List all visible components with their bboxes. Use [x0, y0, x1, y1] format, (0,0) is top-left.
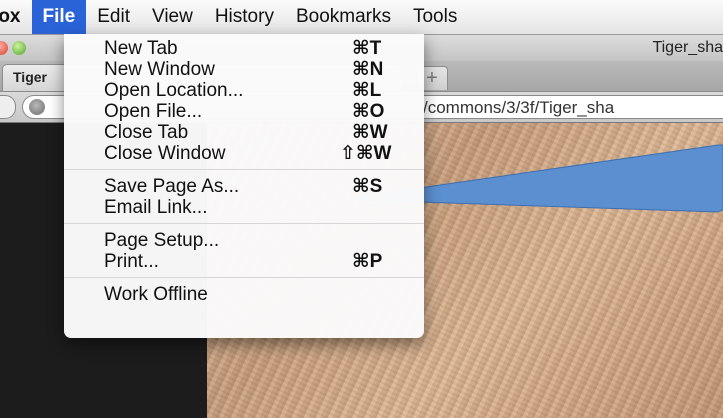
- menu-item-label: Close Window: [104, 143, 226, 164]
- menu-item-shortcut: ⌘W: [352, 122, 388, 143]
- menu-item-label: Open Location...: [104, 80, 244, 101]
- menu-history[interactable]: History: [204, 0, 285, 34]
- menu-item-work-offline[interactable]: Work Offline: [64, 284, 424, 305]
- menu-item-save-page-as[interactable]: Save Page As... ⌘S: [64, 176, 424, 197]
- tab-label: Tiger: [13, 69, 47, 85]
- menu-item-shortcut: ⌘P: [352, 251, 383, 272]
- menu-item-shortcut: ⌘L: [352, 80, 382, 101]
- menu-item-label: Save Page As...: [104, 176, 240, 197]
- menu-tools[interactable]: Tools: [402, 0, 468, 34]
- menu-item-label: Open File...: [104, 101, 203, 122]
- menu-separator: [64, 169, 424, 170]
- menu-item-label: Close Tab: [104, 122, 189, 143]
- menu-bookmarks[interactable]: Bookmarks: [285, 0, 402, 34]
- menu-item-shortcut: ⌘S: [352, 176, 383, 197]
- back-button[interactable]: [0, 95, 16, 119]
- system-menu-bar: fox File Edit View History Bookmarks Too…: [0, 0, 723, 35]
- menu-item-label: Page Setup...: [104, 230, 220, 251]
- menu-separator: [64, 223, 424, 224]
- menu-item-label: New Window: [104, 59, 215, 80]
- menu-item-label: New Tab: [104, 38, 178, 59]
- menu-file[interactable]: File: [31, 0, 87, 34]
- menu-item-email-link[interactable]: Email Link...: [64, 197, 424, 218]
- zoom-window-icon[interactable]: [12, 41, 26, 55]
- menu-item-label: Work Offline: [104, 284, 208, 305]
- menu-item-new-tab[interactable]: New Tab ⌘T: [64, 38, 424, 59]
- menu-item-close-window[interactable]: Close Window ⇧⌘W: [64, 143, 424, 164]
- menu-item-shortcut: ⌘T: [352, 38, 382, 59]
- file-menu-dropdown: New Tab ⌘T New Window ⌘N Open Location... ⌘L O…: [64, 34, 424, 338]
- menu-item-label: Print...: [104, 251, 159, 272]
- menu-view[interactable]: View: [141, 0, 204, 34]
- menu-item-print[interactable]: Print... ⌘P: [64, 251, 424, 272]
- menu-item-open-file[interactable]: Open File... ⌘O: [64, 101, 424, 122]
- menu-item-close-tab[interactable]: Close Tab ⌘W: [64, 122, 424, 143]
- menu-item-page-setup[interactable]: Page Setup...: [64, 230, 424, 251]
- globe-icon: [29, 99, 45, 115]
- window-title: Tiger_sha: [652, 39, 723, 56]
- menu-item-shortcut: ⌘N: [352, 59, 384, 80]
- menu-item-new-window[interactable]: New Window ⌘N: [64, 59, 424, 80]
- menu-item-shortcut: ⇧⌘W: [340, 143, 392, 164]
- close-window-icon[interactable]: [0, 41, 8, 55]
- menu-edit[interactable]: Edit: [86, 0, 141, 34]
- menu-separator: [64, 277, 424, 278]
- menu-item-open-location[interactable]: Open Location... ⌘L: [64, 80, 424, 101]
- menu-item-label: Email Link...: [104, 197, 208, 218]
- url-text: /commons/3/3f/Tiger_sha: [423, 98, 615, 117]
- menu-app-name[interactable]: fox: [0, 0, 32, 34]
- menu-item-shortcut: ⌘O: [352, 101, 385, 122]
